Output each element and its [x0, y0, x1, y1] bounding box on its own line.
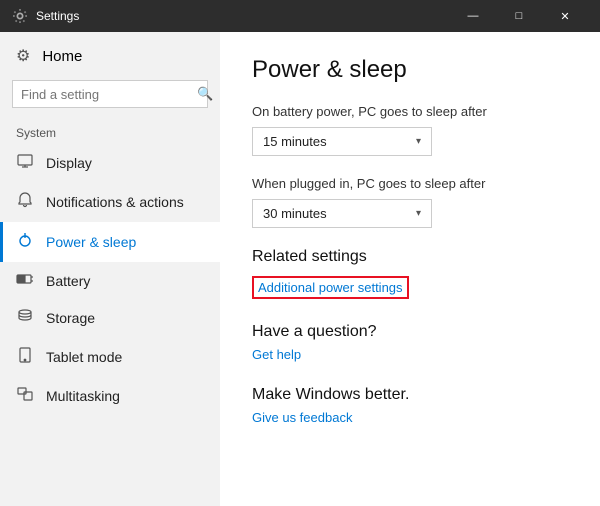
plugged-chevron-icon: ▾: [416, 208, 421, 219]
sidebar-item-display[interactable]: Display: [0, 144, 220, 182]
page-title: Power & sleep: [252, 56, 568, 84]
power-label: Power & sleep: [46, 234, 136, 250]
battery-sleep-value: 15 minutes: [263, 134, 327, 149]
plugged-sleep-value: 30 minutes: [263, 206, 327, 221]
plugged-sleep-dropdown[interactable]: 30 minutes ▾: [252, 199, 432, 228]
battery-label: Battery: [46, 273, 90, 289]
minimize-button[interactable]: —: [450, 0, 496, 32]
additional-power-settings-link[interactable]: Additional power settings: [252, 276, 409, 299]
storage-icon: [16, 309, 34, 327]
get-help-link[interactable]: Get help: [252, 347, 568, 362]
close-button[interactable]: ✕: [542, 0, 588, 32]
sidebar-item-home[interactable]: Home: [0, 36, 220, 76]
sidebar-item-notifications[interactable]: Notifications & actions: [0, 182, 220, 222]
title-bar: Settings — □ ✕: [0, 0, 600, 32]
multitasking-icon: [16, 387, 34, 405]
home-label: Home: [42, 48, 82, 65]
battery-sleep-label: On battery power, PC goes to sleep after: [252, 104, 568, 119]
sidebar-item-battery[interactable]: Battery: [0, 262, 220, 299]
window-title: Settings: [36, 9, 450, 23]
sidebar-item-multitasking[interactable]: Multitasking: [0, 377, 220, 415]
multitasking-label: Multitasking: [46, 388, 120, 404]
window-controls: — □ ✕: [450, 0, 588, 32]
tablet-label: Tablet mode: [46, 349, 122, 365]
battery-chevron-icon: ▾: [416, 136, 421, 147]
content-area: Power & sleep On battery power, PC goes …: [220, 32, 600, 506]
maximize-button[interactable]: □: [496, 0, 542, 32]
sidebar-item-tablet[interactable]: Tablet mode: [0, 337, 220, 377]
display-icon: [16, 154, 34, 172]
gear-icon: [16, 46, 30, 66]
settings-window-icon: [12, 8, 28, 24]
sidebar-item-power[interactable]: Power & sleep: [0, 222, 220, 262]
related-settings-title: Related settings: [252, 248, 568, 266]
notifications-icon: [16, 192, 34, 212]
tablet-icon: [16, 347, 34, 367]
power-icon: [16, 232, 34, 252]
sidebar-section-label: System: [0, 120, 220, 144]
battery-sleep-dropdown[interactable]: 15 minutes ▾: [252, 127, 432, 156]
feedback-link[interactable]: Give us feedback: [252, 410, 568, 425]
display-label: Display: [46, 155, 92, 171]
storage-label: Storage: [46, 310, 95, 326]
search-input[interactable]: [21, 87, 197, 102]
search-icon: 🔍: [197, 86, 213, 102]
make-better-title: Make Windows better.: [252, 386, 568, 404]
sidebar-item-storage[interactable]: Storage: [0, 299, 220, 337]
notifications-label: Notifications & actions: [46, 194, 184, 210]
battery-icon: [16, 272, 34, 289]
sidebar: Home 🔍 System Display: [0, 32, 220, 506]
question-title: Have a question?: [252, 323, 568, 341]
app-body: Home 🔍 System Display: [0, 32, 600, 506]
search-box[interactable]: 🔍: [12, 80, 208, 108]
plugged-sleep-label: When plugged in, PC goes to sleep after: [252, 176, 568, 191]
